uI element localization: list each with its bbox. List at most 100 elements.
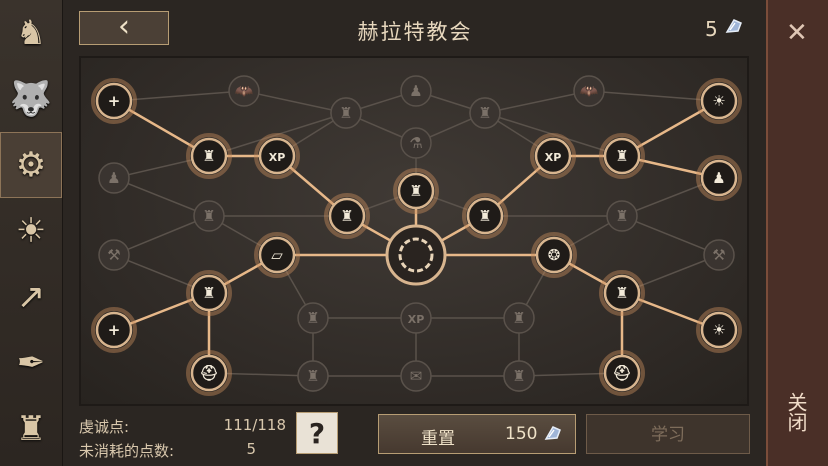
skill-node-n1[interactable]: + [91, 78, 137, 124]
skill-node-n37[interactable]: ♜ [330, 97, 362, 129]
soldier-icon: ♟ [409, 82, 422, 100]
skill-node-n3[interactable]: XP [254, 133, 300, 179]
hammer-icon: ⚒ [712, 246, 725, 264]
skill-node-n35[interactable]: ⚒ [703, 239, 735, 271]
devotion-value: 111/118 [223, 416, 286, 434]
sun-scroll-tab[interactable]: ☀ [0, 198, 62, 264]
skill-node-n21[interactable]: XP [400, 302, 432, 334]
sun-icon: ☀ [712, 92, 725, 110]
horse-head-icon: ♞ [15, 13, 47, 53]
learn-button[interactable]: 学习 [586, 414, 750, 454]
skill-tree: +♜XP♜♜XP♜☀♟▱♜+⛑❂♜☀⛑♜♜♜XP♜♜🦇♜♟♜🦇♟♜⚗♜♜⚒⚒♜♜… [91, 75, 742, 396]
skill-node-n22[interactable]: ♜ [297, 302, 329, 334]
devotion-label: 虔诚点: [79, 418, 130, 436]
quill-tab[interactable]: ✒ [0, 330, 62, 396]
skill-node-n23[interactable]: ♜ [503, 302, 535, 334]
xp-horse-icon: XP [408, 313, 425, 326]
castle-icon: ♜ [306, 367, 319, 385]
skill-node-n5[interactable]: ♜ [462, 193, 508, 239]
skill-node-n28[interactable]: 🦇 [573, 75, 605, 107]
bread-icon: ▱ [271, 246, 283, 264]
points-count: 5 [705, 17, 718, 41]
tree-edge-locked [484, 90, 590, 114]
sun-scroll-icon: ☀ [15, 211, 47, 251]
character-icon: ♜ [15, 409, 47, 449]
hammer-icon: ⚒ [107, 246, 120, 264]
reset-cost: 150 [505, 424, 538, 444]
map-arrow-icon: ↗ [16, 277, 46, 317]
scroll-icon: ✉ [410, 367, 423, 385]
castle-icon: ♜ [202, 147, 215, 165]
close-icon[interactable]: ✕ [786, 18, 808, 48]
left-sidebar: ♞ 🐺 ⚙ ☀ ↗ ✒ ♜ [0, 0, 63, 466]
skill-node-n29[interactable]: ♟ [400, 75, 432, 107]
center-emblem[interactable] [385, 224, 447, 286]
skill-node-n11[interactable]: ♜ [186, 270, 232, 316]
map-arrow-tab[interactable]: ↗ [0, 264, 62, 330]
skill-node-n10[interactable]: ▱ [254, 232, 300, 278]
skill-node-n24[interactable]: 🦇 [228, 75, 260, 107]
helmet-icon: ⛑ [199, 364, 218, 382]
skill-node-n34[interactable]: ⚒ [98, 239, 130, 271]
skill-node-n17[interactable]: ⛑ [599, 350, 645, 396]
skill-node-n39[interactable]: ♜ [297, 360, 329, 392]
castle-icon: ♜ [615, 284, 628, 302]
unspent-value: 5 [246, 440, 256, 458]
network-icon: ⚙ [15, 145, 47, 185]
skill-node-n16[interactable]: ☀ [696, 307, 742, 353]
skill-node-n6[interactable]: XP [530, 133, 576, 179]
xp-horse-icon: XP [545, 151, 562, 164]
horse-tab[interactable]: ♞ [0, 0, 62, 66]
close-panel[interactable]: ✕ 关闭 [766, 0, 828, 466]
help-button[interactable]: ? [296, 412, 338, 454]
wolf-head-icon: 🐺 [9, 79, 53, 119]
medic-cross-icon: + [108, 321, 121, 339]
skill-tree-board: +♜XP♜♜XP♜☀♟▱♜+⛑❂♜☀⛑♜♜♜XP♜♜🦇♜♟♜🦇♟♜⚗♜♜⚒⚒♜♜… [79, 56, 749, 406]
skill-node-n26[interactable]: ♟ [98, 162, 130, 194]
unspent-label: 未消耗的点数: [79, 442, 175, 460]
castle-icon: ♜ [202, 207, 215, 225]
skill-node-n2[interactable]: ♜ [186, 133, 232, 179]
chevron-left-icon: ‹ [118, 9, 130, 44]
skill-node-n27[interactable]: ♜ [606, 200, 638, 232]
skill-node-n25[interactable]: ♜ [193, 200, 225, 232]
skill-node-n13[interactable]: ⛑ [186, 350, 232, 396]
potion-icon: ⚗ [409, 134, 422, 152]
back-button[interactable]: ‹ [79, 11, 169, 45]
castle-icon: ♜ [340, 207, 353, 225]
skill-node-n33[interactable]: ♜ [503, 360, 535, 392]
skill-node-n9[interactable]: ♟ [696, 155, 742, 201]
castle-icon: ♜ [478, 104, 491, 122]
castle-icon: ♜ [512, 309, 525, 327]
skill-node-n4[interactable]: ♜ [324, 193, 370, 239]
gem-icon [725, 19, 742, 33]
bat-icon: 🦇 [580, 82, 599, 100]
castle-icon: ♜ [615, 147, 628, 165]
castle-icon: ♜ [306, 309, 319, 327]
castle-icon: ♜ [478, 207, 491, 225]
castle-icon: ♜ [202, 284, 215, 302]
skill-node-n31[interactable]: ⚗ [400, 127, 432, 159]
skill-node-n38[interactable]: ✉ [400, 360, 432, 392]
skill-node-n18[interactable]: ♜ [393, 168, 439, 214]
close-label[interactable]: 关闭 [784, 392, 811, 432]
skill-node-n12[interactable]: + [91, 307, 137, 353]
skill-tree-tab[interactable]: ⚙ [0, 132, 62, 198]
gem-icon [544, 426, 561, 440]
skill-node-n15[interactable]: ♜ [599, 270, 645, 316]
reset-label: 重置 [421, 429, 455, 449]
page-title: 赫拉特教会 [357, 20, 473, 44]
skill-node-n7[interactable]: ♜ [599, 133, 645, 179]
reset-button[interactable]: 重置 150 [378, 414, 576, 454]
helmet-icon: ⛑ [612, 364, 631, 382]
skill-node-n14[interactable]: ❂ [531, 232, 577, 278]
bat-icon: 🦇 [235, 82, 254, 100]
quill-scroll-icon: ✒ [16, 343, 46, 383]
xp-horse-icon: XP [269, 151, 286, 164]
soldier-icon: ♟ [712, 169, 725, 187]
character-tab[interactable]: ♜ [0, 396, 62, 462]
skill-node-n8[interactable]: ☀ [696, 78, 742, 124]
soldier-icon: ♟ [107, 169, 120, 187]
wolf-tab[interactable]: 🐺 [0, 66, 62, 132]
skill-node-n36[interactable]: ♜ [469, 97, 501, 129]
